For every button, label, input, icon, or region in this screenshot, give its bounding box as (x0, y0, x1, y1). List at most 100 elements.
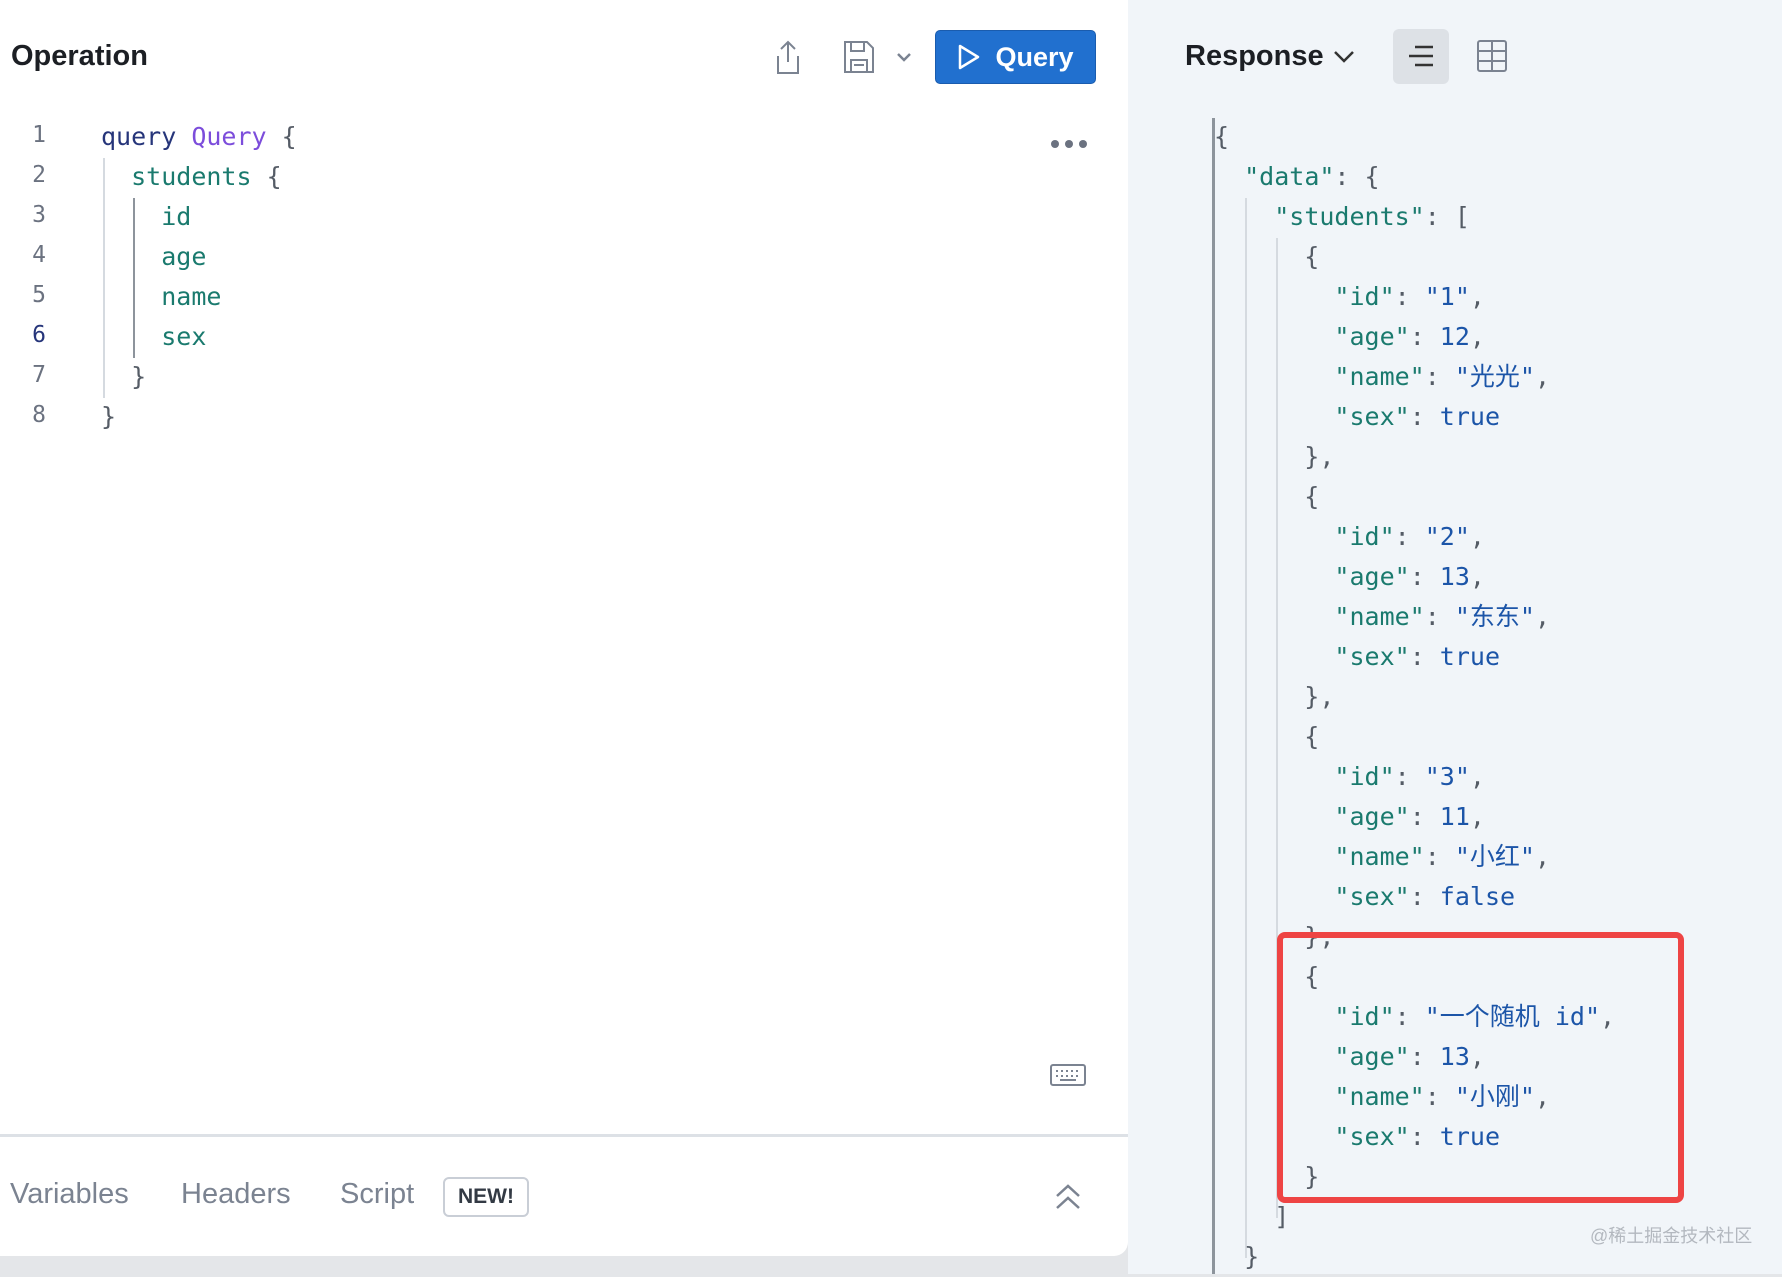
code-token: { (266, 122, 297, 151)
code-token: }, (1214, 682, 1335, 711)
code-token: "2" (1424, 522, 1470, 551)
keyboard-icon[interactable] (1050, 1064, 1086, 1086)
code-line: ] (1214, 1197, 1615, 1237)
code-token: "id" (1334, 522, 1395, 551)
chevron-double-up-icon[interactable] (1054, 1184, 1082, 1210)
code-token: query (101, 122, 192, 151)
line-number: 1 (32, 122, 46, 148)
tab-headers[interactable]: Headers (181, 1178, 291, 1211)
code-token: "name" (1334, 602, 1425, 631)
code-line: "id": "1", (1214, 277, 1615, 317)
code-token: : (1424, 602, 1455, 631)
code-token: : (1409, 882, 1440, 911)
text-lines-icon (1409, 45, 1433, 67)
more-icon[interactable] (1050, 138, 1088, 150)
code-token: } (101, 362, 147, 391)
table-view-icon[interactable] (1477, 40, 1507, 72)
code-token: "小红" (1454, 842, 1535, 871)
code-token: id (161, 202, 192, 231)
code-token: , (1469, 562, 1485, 591)
code-line: } (101, 397, 297, 437)
code-token: , (1469, 322, 1485, 351)
code-line: { (1214, 477, 1615, 517)
code-token: "students" (1274, 202, 1425, 231)
code-token: : [ (1424, 202, 1470, 231)
code-token: "age" (1334, 322, 1410, 351)
code-line: query Query { (101, 117, 297, 157)
code-token: "sex" (1334, 882, 1410, 911)
code-token: "data" (1244, 162, 1335, 191)
save-icon[interactable] (843, 40, 875, 74)
tab-variables[interactable]: Variables (10, 1178, 129, 1211)
operation-title: Operation (11, 40, 148, 72)
line-number: 8 (32, 402, 46, 428)
text-view-button[interactable] (1393, 29, 1449, 84)
code-line: "age": 11, (1214, 797, 1615, 837)
code-token: 12 (1439, 322, 1470, 351)
chevron-down-icon[interactable] (1333, 50, 1355, 63)
code-token: { (1214, 482, 1320, 511)
code-line: "id": "2", (1214, 517, 1615, 557)
code-token: ] (1214, 1202, 1290, 1231)
code-token: : (1424, 842, 1455, 871)
code-token: , (1534, 362, 1551, 391)
code-token: Query (191, 122, 267, 151)
code-token: 13 (1439, 562, 1470, 591)
code-token: : (1394, 762, 1425, 791)
code-token: name (161, 282, 222, 311)
code-line: students { (101, 157, 297, 197)
watermark: @稀土掘金技术社区 (1590, 1226, 1753, 1246)
line-number: 2 (32, 162, 46, 188)
code-token: "id" (1334, 762, 1395, 791)
query-button-label: Query (995, 41, 1074, 72)
code-token: { (1214, 242, 1320, 271)
code-token: "name" (1334, 842, 1425, 871)
new-badge: NEW! (443, 1177, 529, 1217)
code-token: } (1214, 1242, 1260, 1271)
code-token: "name" (1334, 362, 1425, 391)
code-line: "sex": false (1214, 877, 1615, 917)
share-icon[interactable] (774, 40, 802, 76)
code-line: "age": 13, (1214, 557, 1615, 597)
code-line: { (1214, 237, 1615, 277)
code-token: , (1469, 522, 1485, 551)
code-token: { (1214, 722, 1320, 751)
code-token: : (1394, 522, 1425, 551)
code-line: "name": "小红", (1214, 837, 1615, 877)
code-line: "students": [ (1214, 197, 1615, 237)
line-number: 7 (32, 362, 46, 388)
code-token: , (1469, 802, 1485, 831)
tab-script[interactable]: Script (340, 1178, 414, 1211)
play-icon (959, 44, 980, 70)
chevron-down-icon[interactable] (896, 52, 912, 62)
code-token: true (1439, 642, 1501, 671)
code-line: "id": "3", (1214, 757, 1615, 797)
code-token: "age" (1334, 562, 1410, 591)
code-token: : (1409, 642, 1440, 671)
response-title[interactable]: Response (1185, 40, 1324, 73)
code-token: , (1534, 602, 1551, 631)
code-token: { (1214, 122, 1230, 151)
query-editor[interactable]: query Query { students { id age name sex… (101, 117, 297, 437)
line-number: 5 (32, 282, 46, 308)
code-token: : (1409, 562, 1440, 591)
code-line: "sex": true (1214, 637, 1615, 677)
code-token: "age" (1334, 802, 1410, 831)
code-token: students (131, 162, 252, 191)
code-line: { (1214, 117, 1615, 157)
line-number: 3 (32, 202, 46, 228)
code-token: "sex" (1334, 402, 1410, 431)
run-query-button[interactable]: Query (935, 30, 1096, 84)
code-line: sex (101, 317, 297, 357)
